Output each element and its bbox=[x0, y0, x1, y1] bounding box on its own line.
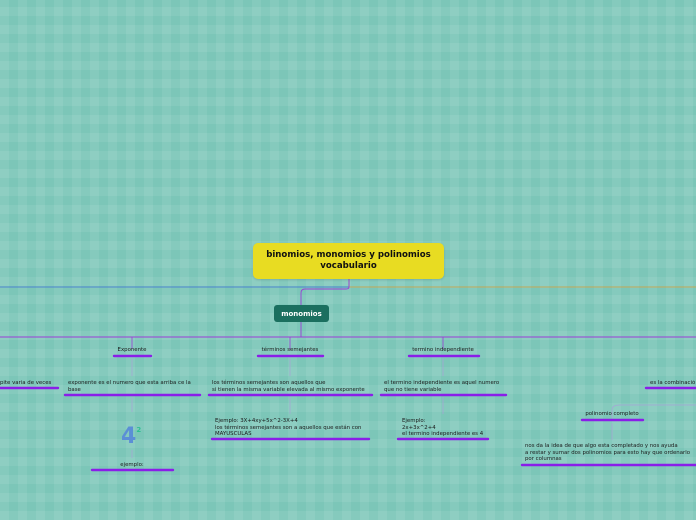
ejemplo-topic[interactable]: ejemplo: bbox=[102, 462, 162, 469]
ejemplo-label: ejemplo: bbox=[120, 462, 144, 468]
independiente-example[interactable]: Ejemplo: 2x+3x^2+4 el termino independie… bbox=[402, 418, 483, 438]
independiente-ex-line2: 2x+3x^2+4 bbox=[402, 424, 436, 431]
semejantes-ex-line2: los términos semejantes son a aquellos q… bbox=[215, 424, 362, 431]
polinomio-def-line1: nos da la idea de que algo esta completa… bbox=[525, 443, 678, 449]
monomios-label: monomios bbox=[281, 309, 322, 318]
semejantes-definition[interactable]: los términos semejantes son aquellos que… bbox=[212, 380, 365, 393]
monomios-node[interactable]: monomios bbox=[274, 305, 329, 322]
semejantes-def-line1: los términos semejantes son aquellos que bbox=[212, 380, 326, 386]
semejantes-ex-line1: Ejemplo: 3X+4xy+5x^2-3X+4 bbox=[215, 418, 298, 424]
polinomio-definition[interactable]: nos da la idea de que algo esta completa… bbox=[525, 443, 696, 463]
left-fragment-label: pite varia de veces bbox=[0, 380, 52, 386]
semejantes-title: términos semejantes bbox=[261, 347, 319, 353]
exponente-topic[interactable]: Exponente bbox=[102, 347, 162, 354]
left-fragment-topic[interactable]: pite varia de veces bbox=[0, 380, 51, 387]
example-exponent: 2 bbox=[136, 426, 142, 434]
central-topic[interactable]: binomios, monomios y polinomios vocabula… bbox=[253, 243, 444, 279]
central-title-line1: binomios, monomios y polinomios bbox=[266, 250, 431, 260]
polinomio-topic[interactable]: polinomio completo bbox=[578, 411, 646, 418]
independiente-topic[interactable]: termino independiente bbox=[403, 347, 483, 354]
right-fragment-label: es la combinació bbox=[650, 380, 696, 386]
polinomio-def-line3: por columnas bbox=[525, 456, 562, 463]
exponente-definition[interactable]: exponente es el numero que esta arriba c… bbox=[68, 380, 191, 393]
example-base: 4 bbox=[121, 424, 137, 449]
independiente-definition[interactable]: el termino independiente es aquel numero… bbox=[384, 380, 499, 393]
connector-monomios-bus bbox=[0, 322, 696, 338]
independiente-def-line2: que no tiene variable bbox=[384, 386, 442, 393]
semejantes-def-line2: si tienen la misma variable elevada al m… bbox=[212, 386, 365, 393]
independiente-title: termino independiente bbox=[412, 347, 474, 353]
semejantes-topic[interactable]: términos semejantes bbox=[250, 347, 330, 354]
central-title-line2: vocabulario bbox=[320, 261, 377, 271]
semejantes-ex-line3: MAYUSCULAS bbox=[215, 431, 252, 438]
independiente-ex-line3: el termino independiente es 4 bbox=[402, 431, 484, 438]
independiente-ex-line1: Ejemplo: bbox=[402, 418, 426, 424]
exponente-def-line2: base bbox=[68, 386, 81, 393]
connector-orange bbox=[348, 279, 696, 288]
polinomio-def-line2: a restar y sumar dos polinomios para est… bbox=[525, 449, 691, 456]
independiente-def-line1: el termino independiente es aquel numero bbox=[384, 380, 500, 386]
connector-blue bbox=[0, 279, 350, 288]
exponente-title: Exponente bbox=[117, 347, 147, 353]
polinomio-title: polinomio completo bbox=[585, 411, 639, 417]
right-fragment-topic[interactable]: es la combinació bbox=[650, 380, 696, 387]
exponente-def-line1: exponente es el numero que esta arriba c… bbox=[68, 380, 191, 386]
exponente-example-image: 42 bbox=[121, 426, 141, 448]
connector-central-monomios bbox=[300, 279, 350, 305]
semejantes-example[interactable]: Ejemplo: 3X+4xy+5x^2-3X+4 los términos s… bbox=[215, 418, 361, 438]
